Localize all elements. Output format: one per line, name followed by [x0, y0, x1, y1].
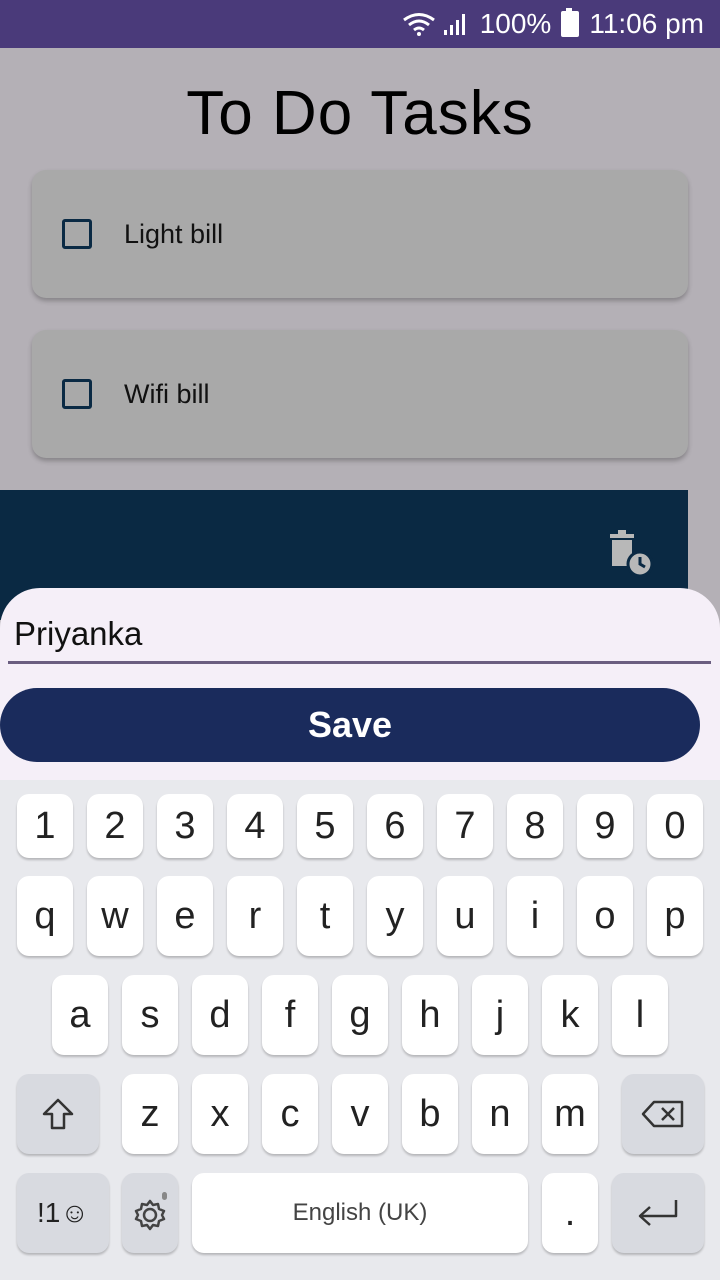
key-p[interactable]: p: [647, 876, 703, 956]
save-button[interactable]: Save: [0, 688, 700, 762]
key-6[interactable]: 6: [367, 794, 423, 858]
key-v[interactable]: v: [332, 1074, 388, 1154]
key-g[interactable]: g: [332, 975, 388, 1055]
settings-key[interactable]: [122, 1173, 178, 1253]
key-e[interactable]: e: [157, 876, 213, 956]
task-card[interactable]: Light bill: [32, 170, 688, 298]
delete-scheduled-icon[interactable]: [606, 530, 656, 580]
page-title: To Do Tasks: [186, 79, 534, 148]
key-0[interactable]: 0: [647, 794, 703, 858]
key-d[interactable]: d: [192, 975, 248, 1055]
key-a[interactable]: a: [52, 975, 108, 1055]
backspace-icon: [641, 1100, 684, 1128]
clock-time: 11:06 pm: [589, 8, 704, 39]
key-2[interactable]: 2: [87, 794, 143, 858]
task-checkbox[interactable]: [62, 219, 92, 249]
status-bar: 100% 11:06 pm: [0, 0, 720, 48]
key-l[interactable]: l: [612, 975, 668, 1055]
task-label: Light bill: [124, 218, 224, 249]
gear-icon: [134, 1192, 167, 1231]
task-label: Wifi bill: [124, 378, 210, 409]
enter-key[interactable]: [612, 1173, 704, 1253]
key-z[interactable]: z: [122, 1074, 178, 1154]
space-key-label: English (UK): [292, 1199, 428, 1226]
key-f[interactable]: f: [262, 975, 318, 1055]
keyboard: 1 2 3 4 5 6 7 8 9 0 q w e r t y u i o p …: [0, 780, 720, 1280]
enter-icon: [638, 1200, 678, 1226]
battery-percent: 100%: [479, 8, 552, 39]
key-q[interactable]: q: [17, 876, 73, 956]
key-o[interactable]: o: [577, 876, 633, 956]
wifi-icon: [402, 13, 435, 36]
shift-key[interactable]: [17, 1074, 99, 1154]
signal-icon: [443, 14, 465, 35]
task-checkbox[interactable]: [62, 379, 92, 409]
key-u[interactable]: u: [437, 876, 493, 956]
backspace-key[interactable]: [622, 1074, 704, 1154]
shift-icon: [42, 1098, 74, 1130]
task-name-input[interactable]: [8, 606, 711, 664]
task-card[interactable]: Wifi bill: [32, 330, 688, 458]
key-5[interactable]: 5: [297, 794, 353, 858]
key-4[interactable]: 4: [227, 794, 283, 858]
key-7[interactable]: 7: [437, 794, 493, 858]
key-y[interactable]: y: [367, 876, 423, 956]
key-h[interactable]: h: [402, 975, 458, 1055]
key-8[interactable]: 8: [507, 794, 563, 858]
key-s[interactable]: s: [122, 975, 178, 1055]
space-key[interactable]: English (UK): [192, 1173, 528, 1253]
key-m[interactable]: m: [542, 1074, 598, 1154]
key-k[interactable]: k: [542, 975, 598, 1055]
key-r[interactable]: r: [227, 876, 283, 956]
key-j[interactable]: j: [472, 975, 528, 1055]
key-t[interactable]: t: [297, 876, 353, 956]
period-key[interactable]: .: [542, 1173, 598, 1253]
key-i[interactable]: i: [507, 876, 563, 956]
key-c[interactable]: c: [262, 1074, 318, 1154]
key-9[interactable]: 9: [577, 794, 633, 858]
key-b[interactable]: b: [402, 1074, 458, 1154]
key-x[interactable]: x: [192, 1074, 248, 1154]
key-w[interactable]: w: [87, 876, 143, 956]
key-1[interactable]: 1: [17, 794, 73, 858]
status-icons: [402, 12, 470, 36]
symbols-key[interactable]: !1☺: [17, 1173, 109, 1253]
key-n[interactable]: n: [472, 1074, 528, 1154]
key-3[interactable]: 3: [157, 794, 213, 858]
battery-icon: [561, 8, 580, 37]
